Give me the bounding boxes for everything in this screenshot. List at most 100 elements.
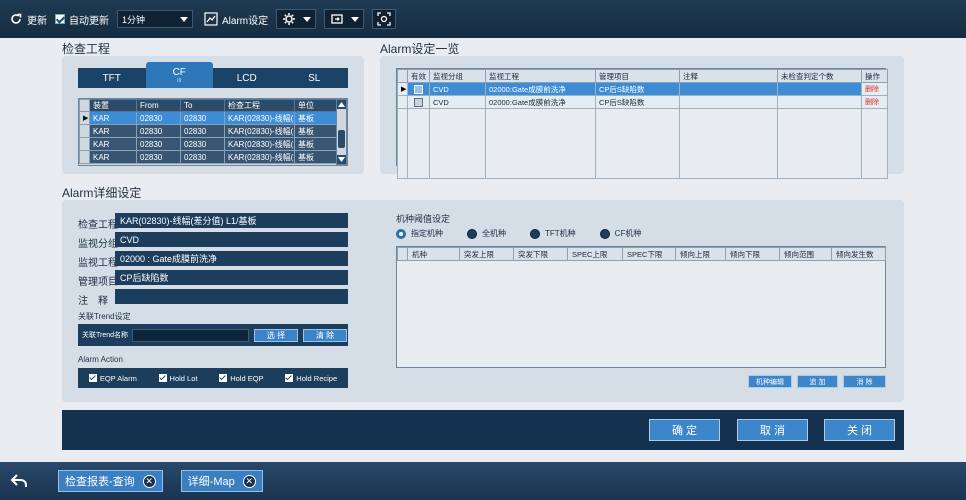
col-header[interactable]: 注释 [679, 69, 778, 83]
auto-refresh-checkbox[interactable]: 自动更新 [55, 7, 109, 31]
col-header[interactable]: 装置 [89, 99, 137, 112]
select-button[interactable]: 选 择 [254, 328, 299, 342]
radio-all-models[interactable]: 全机种 [467, 228, 506, 239]
tab-detail-map[interactable]: 详细-Map ✕ [180, 470, 263, 492]
monitor-group-field[interactable]: CVD [115, 232, 348, 247]
close-icon[interactable]: ✕ [242, 474, 256, 488]
action-box: EQP Alarm Hold Lot Hold EQP Hold Recipe [78, 368, 348, 388]
refresh-label: 更新 [27, 15, 47, 27]
model-edit-button[interactable]: 机种编辑 [748, 375, 792, 388]
alarm-list-table-wrap: 有效 监视分组 监视工程 管理项目 注释 未检查判定个数 操作 ▶ CVD 02… [396, 68, 888, 179]
eqp-alarm-checkbox[interactable]: EQP Alarm [88, 374, 137, 383]
add-button[interactable]: 追 加 [797, 375, 838, 388]
table-row[interactable]: ▶ CVD 02000:Gate成膜前洗净 CP后S缺陷数 删除 [397, 82, 888, 96]
threshold-table-wrap: 机种 突发上限 突发下限 SPEC上限 SPEC下限 倾向上限 倾向下限 倾向范… [396, 246, 886, 368]
trend-name-label: 关联Trend名称 [82, 332, 129, 339]
chevron-down-icon [303, 16, 312, 22]
manage-item-field[interactable]: CP后缺陷数 [115, 270, 348, 285]
table-row[interactable]: CVD 02000:Gate成膜前洗净 CP后S缺陷数 删除 [397, 95, 888, 109]
table-row[interactable]: KAR 02830 02830 KAR(02830)-线幅(差分... 基板 [79, 150, 339, 164]
check-icon [88, 374, 97, 382]
col-header[interactable]: 监视分组 [429, 69, 486, 83]
col-header[interactable]: 突发上限 [459, 247, 514, 261]
hold-lot-checkbox[interactable]: Hold Lot [158, 374, 197, 383]
trend-title: 关联Trend设定 [78, 312, 131, 321]
enabled-checkbox[interactable] [414, 84, 423, 94]
col-header[interactable]: 倾向发生数 [831, 247, 886, 261]
refresh-button[interactable]: 更新 [8, 7, 47, 31]
delete-link[interactable]: 删除 [865, 86, 879, 93]
col-header[interactable]: 倾向范围 [779, 247, 832, 261]
col-header[interactable]: From [136, 99, 181, 112]
col-header[interactable]: 倾向下限 [725, 247, 780, 261]
inspect-process-field[interactable]: KAR(02830)-线幅(差分值) L1/基板 [115, 213, 348, 228]
inspect-table: 装置 From To 检查工程 单位 ▶ KAR 02830 02830 KAR… [79, 99, 339, 164]
col-header[interactable]: 有效 [407, 69, 430, 83]
alarm-setting-button[interactable]: Alarm设定 [203, 7, 268, 31]
alarm-setting-icon [203, 11, 219, 27]
radio-on-icon [396, 228, 406, 239]
scroll-down-icon[interactable] [337, 155, 346, 164]
tab-tft[interactable]: TFT [78, 68, 146, 88]
inspect-tabbar: TFT CF III LCD SL [78, 62, 349, 88]
sync-icon [329, 11, 345, 27]
col-header[interactable]: 管理项目 [595, 69, 680, 83]
cancel-button[interactable]: 取 消 [737, 419, 808, 441]
col-header[interactable]: 监视工程 [485, 69, 596, 83]
tab-cf[interactable]: CF III [145, 62, 213, 88]
field-label: 检查工程 [78, 220, 118, 231]
top-toolbar: 更新 自动更新 1分钟 Alarm设定 [0, 0, 966, 38]
table-row[interactable]: KAR 02830 02830 KAR(02830)-线幅(差分... 基板 [79, 137, 339, 151]
trend-box: 关联Trend名称 选 择 清 除 [78, 324, 348, 346]
hold-eqp-checkbox[interactable]: Hold EQP [219, 374, 264, 383]
monitor-process-field[interactable]: 02000 : Gate成膜前洗净 [115, 251, 348, 266]
threshold-title: 机种阈值设定 [396, 214, 451, 224]
scroll-thumb[interactable] [338, 130, 345, 148]
close-icon[interactable]: ✕ [142, 474, 156, 488]
close-button[interactable]: 关 闭 [824, 419, 895, 441]
col-header[interactable]: 检查工程 [224, 99, 295, 112]
tab-sl[interactable]: SL [281, 68, 349, 88]
enabled-checkbox[interactable] [414, 97, 423, 107]
auto-refresh-label: 自动更新 [69, 15, 109, 27]
sync-dropdown[interactable] [324, 9, 365, 29]
field-label: 管理项目 [78, 277, 118, 288]
col-header[interactable]: 操作 [861, 69, 888, 83]
radio-tft-model[interactable]: TFT机种 [530, 228, 576, 239]
check-icon [219, 374, 228, 382]
tab-lcd[interactable]: LCD [213, 68, 281, 88]
col-header[interactable]: 未检查判定个数 [777, 69, 862, 83]
delete-link[interactable]: 删除 [865, 99, 879, 106]
interval-select[interactable]: 1分钟 [117, 10, 193, 28]
radio-cf-model[interactable]: CF机种 [599, 228, 641, 239]
col-header[interactable]: To [180, 99, 225, 112]
clear-button[interactable]: 清 除 [303, 328, 348, 342]
col-header[interactable]: 机种 [407, 247, 460, 261]
bottom-taskbar: 检查报表-查询 ✕ 详细-Map ✕ [0, 462, 966, 500]
trend-name-input[interactable] [132, 328, 250, 342]
col-header[interactable]: 倾向上限 [675, 247, 726, 261]
col-header[interactable]: 单位 [294, 99, 339, 112]
col-header[interactable]: SPEC上限 [567, 247, 623, 261]
alarm-list-title: Alarm设定一览 [380, 42, 460, 56]
col-header[interactable]: 突发下限 [513, 247, 568, 261]
check-icon [158, 374, 167, 382]
radio-specified-model[interactable]: 指定机种 [396, 228, 443, 239]
table-row[interactable]: ▶ KAR 02830 02830 KAR(02830)-线幅(差分... 基板 [79, 111, 339, 125]
check-icon [285, 374, 294, 382]
back-icon[interactable] [10, 473, 28, 489]
capture-button[interactable] [372, 9, 397, 29]
note-field[interactable] [115, 289, 348, 304]
model-radio-group: 指定机种 全机种 TFT机种 CF机种 [396, 228, 665, 239]
col-header[interactable]: SPEC下限 [622, 247, 676, 261]
remove-button[interactable]: 消 除 [843, 375, 886, 388]
gear-icon [281, 11, 297, 27]
hold-recipe-checkbox[interactable]: Hold Recipe [285, 374, 337, 383]
ok-button[interactable]: 确 定 [649, 419, 720, 441]
settings-dropdown[interactable] [276, 9, 317, 29]
auto-refresh-check-icon [55, 14, 65, 24]
inspect-scrollbar[interactable] [336, 99, 347, 165]
scroll-up-icon[interactable] [337, 100, 346, 109]
table-row[interactable]: KAR 02830 02830 KAR(02830)-线幅(差分... 基板 [79, 124, 339, 138]
tab-report-query[interactable]: 检查报表-查询 ✕ [58, 470, 163, 492]
